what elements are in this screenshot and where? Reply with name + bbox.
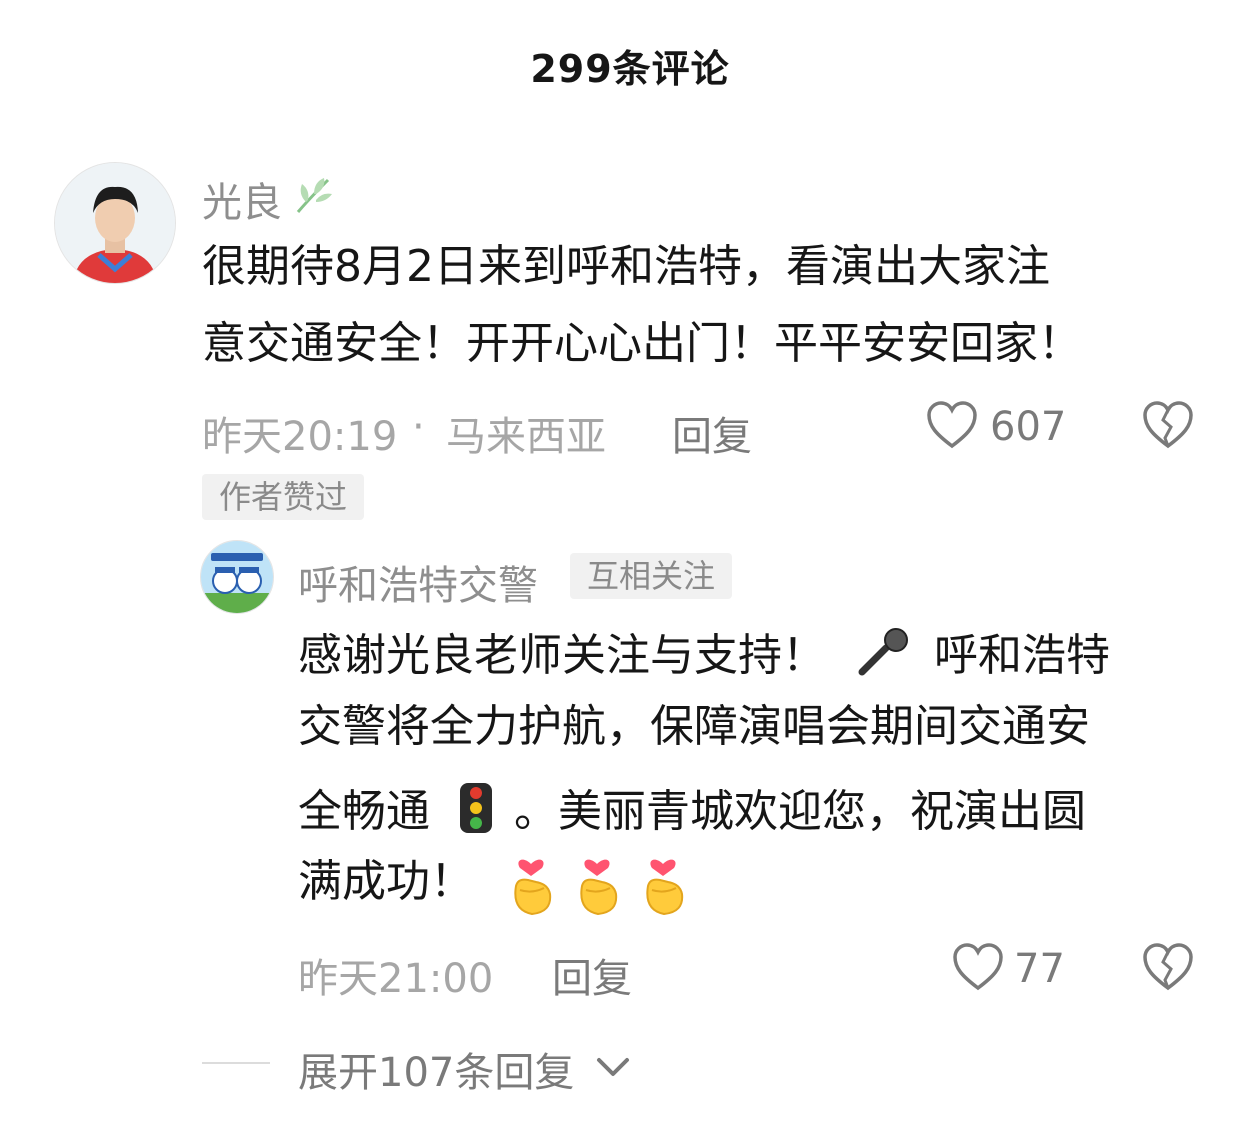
reply-text-segment: 全畅通 [298, 786, 430, 837]
reply-text-segment: 呼和浩特 [934, 630, 1110, 681]
leaf-icon [292, 172, 336, 216]
reply-text-line: 全畅通 。美丽青城欢迎您，祝演出圆 [298, 782, 1086, 834]
expand-replies-label: 展开107条回复 [298, 1050, 575, 1096]
broken-heart-icon [1143, 943, 1193, 991]
avatar[interactable] [54, 162, 176, 284]
like-button[interactable]: 607 [926, 398, 1076, 454]
reply-text-line: 满成功！ [298, 860, 474, 904]
finger-heart-emoji [638, 850, 688, 916]
reply-username[interactable]: 呼和浩特交警 [298, 553, 538, 611]
comments-count-title: 299条评论 [530, 47, 730, 91]
like-count: 77 [1014, 946, 1065, 992]
expand-replies-button[interactable]: 展开107条回复 [298, 1040, 633, 1096]
reply-text-line: 交警将全力护航，保障演唱会期间交通安 [298, 701, 1090, 752]
comment-location: 马来西亚 [446, 414, 606, 460]
like-button[interactable]: 77 [952, 940, 1072, 996]
chevron-down-icon [597, 1058, 630, 1076]
avatar[interactable] [200, 540, 274, 614]
author-liked-tag: 作者赞过 [202, 474, 364, 520]
meta-separator: · [412, 404, 425, 450]
heart-icon [953, 943, 1003, 991]
broken-heart-icon [1143, 401, 1193, 449]
reply-button[interactable]: 回复 [672, 404, 752, 462]
microphone-emoji [856, 628, 912, 676]
reply-time: 昨天21:00 [298, 956, 494, 1002]
reply-text-segment: 满成功！ [298, 856, 474, 907]
reply-text-line: 感谢光良老师关注与支持！ 呼和浩特 [298, 628, 1110, 678]
comment-time: 昨天20:19 [202, 414, 398, 460]
traffic-light-emoji [458, 782, 494, 834]
mutual-follow-tag: 互相关注 [570, 553, 732, 599]
finger-heart-emoji [506, 850, 556, 916]
comment-username[interactable]: 光良 [202, 170, 282, 228]
like-count: 607 [990, 404, 1067, 450]
reply-text-segment: 。美丽青城欢迎您，祝演出圆 [514, 786, 1086, 837]
heart-icon [927, 401, 977, 449]
comment-text-line: 很期待8月2日来到呼和浩特，看演出大家注 [202, 241, 1050, 292]
comment-text-line: 意交通安全！开开心心出门！平平安安回家！ [202, 318, 1082, 369]
dislike-button[interactable] [1142, 400, 1194, 450]
expand-divider [202, 1062, 270, 1064]
reply-button[interactable]: 回复 [552, 946, 632, 1004]
dislike-button[interactable] [1142, 942, 1194, 992]
finger-heart-emoji [572, 850, 622, 916]
reply-text-segment: 感谢光良老师关注与支持！ [298, 630, 826, 681]
